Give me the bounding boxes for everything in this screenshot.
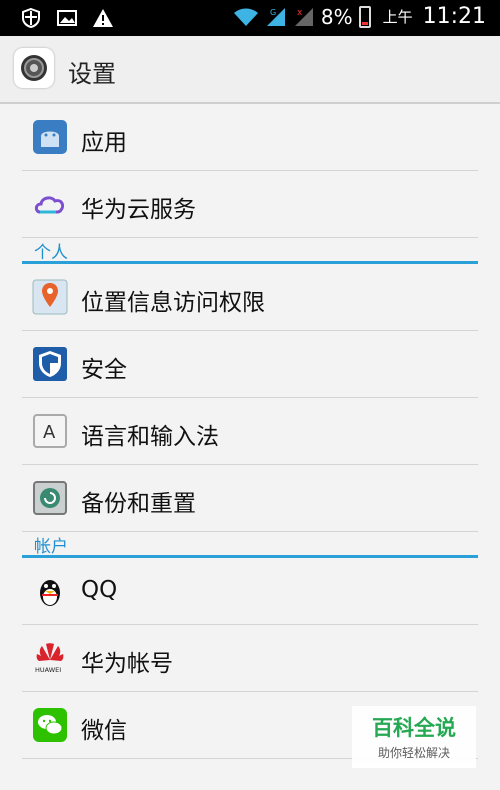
shield-icon [22, 7, 40, 29]
cloud-icon [34, 196, 65, 214]
location-pin-icon [32, 279, 68, 315]
backup-safe-icon [33, 481, 67, 515]
watermark-title: 百科全说 [372, 716, 456, 740]
keyboard-key-icon: A [33, 414, 67, 448]
image-icon [57, 10, 77, 26]
settings-item-qq[interactable]: QQ [22, 558, 478, 625]
wifi-icon [233, 8, 258, 26]
settings-item-label: 语言和输入法 [81, 424, 219, 450]
page-title: 设置 [68, 60, 116, 88]
settings-item-backup[interactable]: 备份和重置 [22, 465, 478, 532]
settings-item-label: 华为帐号 [81, 651, 173, 677]
svg-text:x: x [297, 8, 303, 18]
status-bar: G x 8% 上午 11:21 [0, 0, 500, 36]
settings-list: 应用 华为云服务 个人 位置信息访问权限 安全 A 语言和输入法 备份和重置 帐… [22, 104, 478, 759]
settings-item-security[interactable]: 安全 [22, 331, 478, 398]
battery-percent: 8% [320, 4, 353, 29]
qq-penguin-icon [40, 580, 60, 606]
settings-item-apps[interactable]: 应用 [22, 104, 478, 171]
settings-item-huawei-account[interactable]: HUAWEI 华为帐号 [22, 625, 478, 692]
clock-ampm: 上午 [382, 8, 413, 26]
settings-item-label: 安全 [81, 357, 127, 383]
action-bar: 设置 [0, 36, 500, 104]
shield-icon [33, 347, 67, 381]
battery-icon [358, 5, 371, 28]
section-header-accounts: 帐户 [22, 532, 478, 558]
settings-item-label: 华为云服务 [81, 197, 196, 223]
section-label: 帐户 [34, 537, 68, 557]
settings-item-label: 位置信息访问权限 [81, 290, 265, 316]
settings-item-language[interactable]: A 语言和输入法 [22, 398, 478, 465]
huawei-logo-icon: HUAWEI [35, 643, 64, 674]
settings-gear-icon[interactable] [14, 48, 54, 88]
watermark-subtitle: 助你轻松解决 [377, 746, 450, 760]
section-header-personal: 个人 [22, 238, 478, 264]
settings-item-label: QQ [81, 577, 118, 603]
section-label: 个人 [34, 243, 68, 263]
clock-time: 11:21 [422, 4, 486, 29]
svg-text:HUAWEI: HUAWEI [35, 666, 61, 674]
settings-item-label: 备份和重置 [81, 491, 196, 517]
svg-text:G: G [270, 8, 276, 17]
signal-off-icon: x [294, 7, 313, 26]
watermark-logo: 百科全说 助你轻松解决 [352, 706, 476, 768]
warning-icon [93, 9, 113, 27]
signal-icon: G [266, 7, 285, 26]
svg-text:A: A [43, 422, 56, 443]
settings-item-label: 应用 [81, 130, 127, 156]
settings-item-label: 微信 [81, 718, 127, 744]
wechat-icon [33, 708, 67, 742]
settings-item-location[interactable]: 位置信息访问权限 [22, 264, 478, 331]
settings-item-cloud[interactable]: 华为云服务 [22, 171, 478, 238]
android-app-icon [33, 120, 67, 154]
